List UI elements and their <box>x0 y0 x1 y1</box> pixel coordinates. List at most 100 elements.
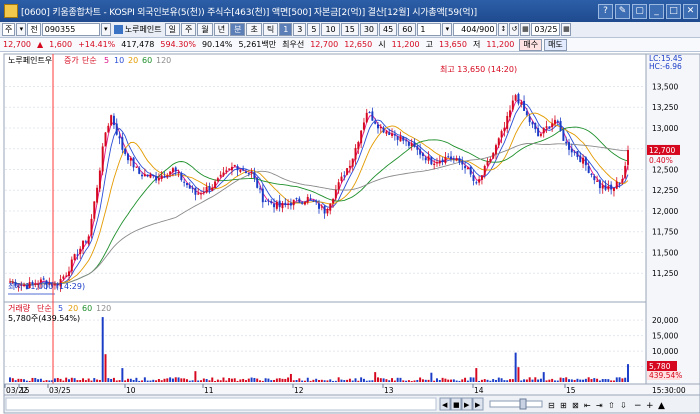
open-price: 11,200 <box>391 40 420 49</box>
minute-45-button[interactable]: 45 <box>379 23 398 36</box>
volume-bar <box>531 379 534 382</box>
candle-body <box>537 128 540 137</box>
candle-body <box>435 162 438 164</box>
volume-bar <box>180 378 183 382</box>
edit-button[interactable]: ✎ <box>615 3 630 19</box>
candle-body <box>141 174 144 177</box>
change-percent: +14.41% <box>78 40 116 49</box>
minute-10-button[interactable]: 10 <box>321 23 340 36</box>
candle-body <box>309 198 312 200</box>
candle-body <box>348 165 351 168</box>
x-axis-tick-label: 15 <box>20 386 30 395</box>
zoom-out-icon[interactable]: ⊟ <box>548 401 555 410</box>
volume-bar <box>124 380 127 382</box>
volume-bar <box>312 379 315 382</box>
period-tick-button[interactable]: 틱 <box>262 23 279 36</box>
x-axis-tick-label: 15 <box>566 386 576 395</box>
candle-body <box>256 177 259 188</box>
volume-bar <box>253 377 256 382</box>
count-spin-icon[interactable]: ↕ <box>498 23 509 36</box>
period-month-button[interactable]: 월 <box>197 23 213 36</box>
zoom-slider-handle[interactable] <box>519 398 527 410</box>
volume-bar <box>284 378 287 382</box>
tool-icon-6[interactable]: ⇩ <box>620 401 627 410</box>
period-minute-button[interactable]: 분 <box>230 23 246 36</box>
candle-body <box>492 152 495 159</box>
date-dropdown-icon[interactable]: ▦ <box>561 23 572 36</box>
candle-body <box>267 200 270 202</box>
scroll-track[interactable] <box>5 397 437 411</box>
all-select[interactable]: 전 <box>27 23 41 36</box>
volume-bar <box>216 379 219 382</box>
buy-button[interactable]: 매수 <box>519 38 543 51</box>
tool-icon-3[interactable]: ⇤ <box>584 401 591 410</box>
maximize-button[interactable]: □ <box>666 3 681 19</box>
volume-bar <box>494 379 497 382</box>
volume-bar <box>256 378 259 382</box>
stock-chart[interactable]: 노루페인트우 증가 단순 5 10 20 60 120 최고 13,650 (1… <box>0 52 700 414</box>
volume-legend-ma-5: 5 <box>58 304 63 313</box>
reset-icon[interactable]: ↺ <box>509 23 520 36</box>
minute-5-button[interactable]: 5 <box>307 23 321 36</box>
volume-bar <box>612 380 615 382</box>
candle-body <box>427 156 430 161</box>
close-button[interactable]: ✕ <box>683 3 698 19</box>
sell-button[interactable]: 매도 <box>544 38 567 51</box>
stock-code-input[interactable]: 090355 <box>41 23 100 36</box>
interval-input[interactable]: 1 <box>417 23 442 36</box>
candle-body <box>334 189 337 199</box>
candle-body <box>76 254 79 256</box>
calendar-icon[interactable]: ▦ <box>520 23 531 36</box>
candle-body <box>421 153 424 157</box>
tool-icon-5[interactable]: ⇧ <box>608 401 615 410</box>
market-select[interactable]: 주 <box>2 23 16 36</box>
volume-bar <box>166 378 169 382</box>
help-button[interactable]: ? <box>598 3 613 19</box>
zoom-in-button[interactable]: + <box>646 401 654 411</box>
restore-layout-button[interactable]: ▢ <box>632 3 647 19</box>
volume-bar <box>416 379 419 382</box>
chart-area[interactable]: 노루페인트우 증가 단순 5 10 20 60 120 최고 13,650 (1… <box>0 52 700 414</box>
candle-body <box>230 166 233 171</box>
minute-30-button[interactable]: 30 <box>359 23 379 36</box>
candle-body <box>323 205 326 214</box>
period-day-button[interactable]: 일 <box>164 23 180 36</box>
date-input[interactable]: 03/25 <box>531 23 561 36</box>
period-second-button[interactable]: 초 <box>246 23 262 36</box>
volume-bar <box>309 380 312 382</box>
candle-body <box>565 141 568 144</box>
interval-dropdown-icon[interactable]: ▾ <box>442 23 453 36</box>
period-week-button[interactable]: 주 <box>180 23 197 36</box>
candle-body <box>590 173 593 175</box>
candle-body <box>464 166 467 169</box>
minute-1-button[interactable]: 1 <box>279 23 293 36</box>
tool-icon-1[interactable]: ⊞ <box>560 401 567 410</box>
volume-bar <box>143 377 146 382</box>
volume-bar <box>90 380 93 382</box>
data-count-input[interactable]: 404/900 <box>453 23 498 36</box>
volume-bar <box>354 378 357 382</box>
x-axis-tick-label: 13 <box>384 386 394 395</box>
minimize-button[interactable]: _ <box>649 3 664 19</box>
volume-bar <box>553 380 556 382</box>
candle-body <box>407 141 410 146</box>
volume-bar <box>303 380 306 382</box>
candle-body <box>174 167 177 172</box>
tool-icon-2[interactable]: ⊠ <box>572 401 579 410</box>
expand-button[interactable]: ▲ <box>658 401 665 411</box>
minute-3-button[interactable]: 3 <box>293 23 307 36</box>
period-year-button[interactable]: 년 <box>213 23 230 36</box>
volume-bar <box>292 380 295 382</box>
volume-bar <box>208 380 211 382</box>
stock-search-icon[interactable]: ▾ <box>100 23 111 36</box>
volume-bar <box>334 380 337 382</box>
zoom-slider[interactable] <box>489 400 543 408</box>
minute-15-button[interactable]: 15 <box>340 23 359 36</box>
minute-60-button[interactable]: 60 <box>398 23 417 36</box>
market-dropdown-icon[interactable]: ▾ <box>16 23 27 36</box>
candle-body <box>615 181 618 189</box>
candle-body <box>121 137 124 150</box>
tool-icon-4[interactable]: ⇥ <box>596 401 603 410</box>
zoom-out-button[interactable]: − <box>634 401 642 411</box>
candle-body <box>264 200 267 202</box>
